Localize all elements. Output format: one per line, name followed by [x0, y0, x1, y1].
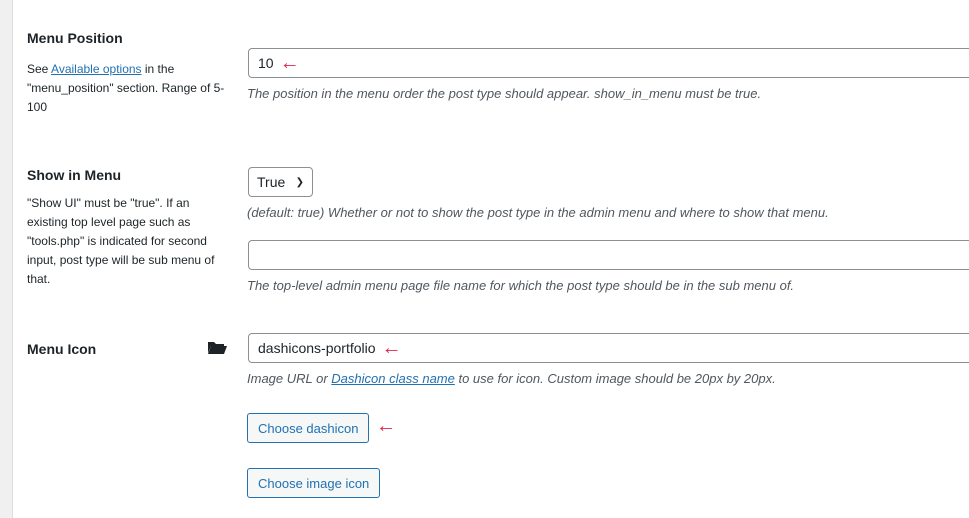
- menu-position-input[interactable]: 10 ←: [248, 48, 969, 78]
- show-in-menu-label: Show in Menu: [27, 167, 122, 183]
- annotation-arrow-icon: ←: [381, 337, 402, 359]
- annotation-arrow-icon: ←: [279, 52, 300, 74]
- submenu-parent-description: The top-level admin menu page file name …: [247, 278, 795, 293]
- menu-icon-description: Image URL or Dashicon class name to use …: [247, 371, 776, 386]
- chevron-down-icon: ❯: [295, 176, 304, 188]
- select-value: True: [257, 174, 286, 190]
- dashicon-class-name-link[interactable]: Dashicon class name: [331, 371, 455, 386]
- available-options-link[interactable]: Available options: [51, 62, 142, 76]
- choose-image-icon-button[interactable]: Choose image icon: [247, 468, 381, 498]
- input-value: 10: [258, 55, 274, 71]
- show-in-menu-help: "Show UI" must be "true". If an existing…: [27, 196, 215, 286]
- admin-sidebar-edge: [0, 0, 13, 518]
- help-text: See: [27, 62, 52, 76]
- choose-dashicon-button[interactable]: Choose dashicon: [247, 413, 370, 443]
- menu-icon-label: Menu Icon: [27, 341, 97, 357]
- desc-text: to use for icon. Custom image should be …: [454, 371, 776, 386]
- desc-text: Image URL or: [247, 371, 332, 386]
- annotation-arrow-icon: ←: [376, 415, 396, 437]
- show-in-menu-description: (default: true) Whether or not to show t…: [247, 205, 829, 220]
- menu-position-label: Menu Position: [27, 30, 123, 46]
- folder-open-icon: [207, 340, 227, 354]
- input-value: dashicons-portfolio: [258, 340, 376, 356]
- show-in-menu-select[interactable]: True ❯: [248, 167, 313, 197]
- menu-position-help: See Available options in the "menu_posit…: [27, 60, 232, 117]
- menu-icon-input[interactable]: dashicons-portfolio ←: [248, 333, 969, 363]
- submenu-parent-input[interactable]: [248, 240, 969, 270]
- menu-position-description: The position in the menu order the post …: [247, 86, 762, 101]
